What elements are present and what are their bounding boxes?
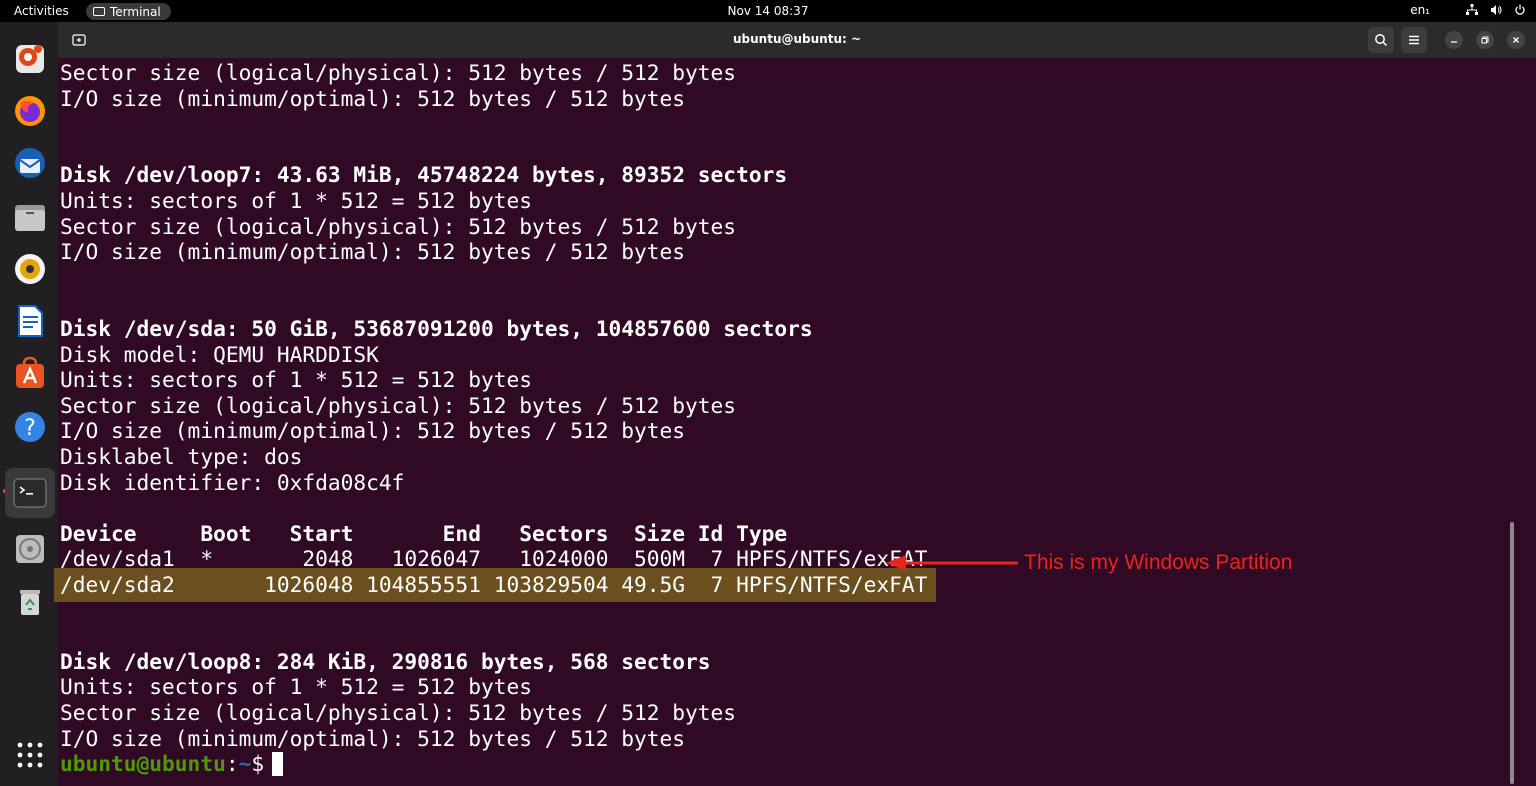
app-center-icon[interactable] (9, 352, 51, 394)
header-bar: ubuntu@ubuntu: ~ (58, 22, 1536, 58)
search-icon (1375, 34, 1388, 47)
scrollbar[interactable] (1510, 522, 1514, 784)
terminal-line: Sector size (logical/physical): 512 byte… (60, 60, 737, 85)
window-title: ubuntu@ubuntu: ~ (732, 32, 862, 46)
clock[interactable]: Nov 14 08:37 (0, 4, 1536, 18)
restore-icon (1481, 36, 1489, 44)
terminal-line: Sector size (logical/physical): 512 byte… (60, 392, 737, 418)
help-icon[interactable]: ? (9, 406, 51, 448)
files-icon[interactable] (9, 196, 51, 238)
minimize-button[interactable] (1445, 31, 1463, 49)
terminal-output[interactable]: Sector size (logical/physical): 512 byte… (54, 58, 1520, 786)
power-icon[interactable] (1514, 4, 1526, 16)
arrow-left-icon (886, 555, 1018, 571)
terminal-line: Disklabel type: dos (60, 444, 303, 469)
ubuntu-installer-icon[interactable] (9, 38, 51, 80)
show-apps-icon[interactable] (9, 734, 51, 776)
terminal-line: I/O size (minimum/optimal): 512 bytes / … (60, 418, 686, 444)
disc-icon[interactable] (9, 528, 51, 570)
partition-row-sda1: /dev/sda1 * 2048 1026047 1024000 500M 7 … (60, 546, 928, 572)
thunderbird-icon[interactable] (9, 142, 51, 184)
dock: ? (0, 22, 58, 786)
terminal-line: Units: sectors of 1 * 512 = 512 bytes (60, 674, 532, 700)
prompt-symbol: $ (251, 751, 265, 777)
volume-icon[interactable] (1490, 4, 1502, 16)
network-icon[interactable] (1466, 4, 1478, 16)
prompt-path: ~ (238, 751, 252, 777)
terminal-icon[interactable] (5, 468, 55, 518)
terminal-line: I/O size (minimum/optimal): 512 bytes / … (60, 239, 686, 265)
annotation-text: This is my Windows Partition (1024, 551, 1293, 574)
close-button[interactable] (1507, 31, 1525, 49)
prompt-separator: : (225, 751, 239, 777)
prompt-user: ubuntu@ubuntu (60, 751, 226, 777)
terminal-window: ubuntu@ubuntu: ~ Sector size (logical/ph… (54, 22, 1536, 786)
terminal-line: Units: sectors of 1 * 512 = 512 bytes (60, 367, 532, 393)
terminal-line: Disk /dev/sda: 50 GiB, 53687091200 bytes… (60, 316, 813, 341)
top-bar: Activities Terminal Nov 14 08:37 en₁ (0, 0, 1536, 22)
terminal-line: Units: sectors of 1 * 512 = 512 bytes (60, 188, 532, 213)
terminal-line: Disk /dev/loop7: 43.63 MiB, 45748224 byt… (60, 162, 788, 188)
trash-icon[interactable] (9, 580, 51, 622)
close-icon (1513, 37, 1519, 43)
rhythmbox-icon[interactable] (9, 248, 51, 290)
maximize-button[interactable] (1476, 31, 1494, 49)
firefox-icon[interactable] (9, 90, 51, 132)
menu-button[interactable] (1401, 27, 1427, 53)
svg-text:?: ? (24, 416, 36, 441)
partition-row-sda2: /dev/sda2 1026048 104855551 103829504 49… (60, 572, 928, 597)
hamburger-icon (1409, 35, 1419, 45)
libreoffice-writer-icon[interactable] (9, 300, 51, 342)
text-cursor (272, 752, 284, 777)
system-tray[interactable]: en₁ (1410, 3, 1526, 17)
partition-table-header: Device Boot Start End Sectors Size Id Ty… (60, 520, 788, 546)
shell-prompt[interactable]: ubuntu@ubuntu:~$ (60, 751, 284, 777)
search-button[interactable] (1368, 27, 1394, 53)
keyboard-language[interactable]: en₁ (1410, 3, 1430, 17)
terminal-line: Disk /dev/loop8: 284 KiB, 290816 bytes, … (60, 648, 711, 674)
minimize-icon (1451, 41, 1457, 43)
terminal-line: I/O size (minimum/optimal): 512 bytes / … (60, 725, 686, 751)
terminal-line: Sector size (logical/physical): 512 byte… (60, 700, 737, 725)
terminal-line: I/O size (minimum/optimal): 512 bytes / … (60, 85, 686, 111)
terminal-line: Disk identifier: 0xfda08c4f (60, 469, 405, 495)
terminal-line: Disk model: QEMU HARDDISK (60, 341, 379, 367)
terminal-line: Sector size (logical/physical): 512 byte… (60, 213, 737, 239)
